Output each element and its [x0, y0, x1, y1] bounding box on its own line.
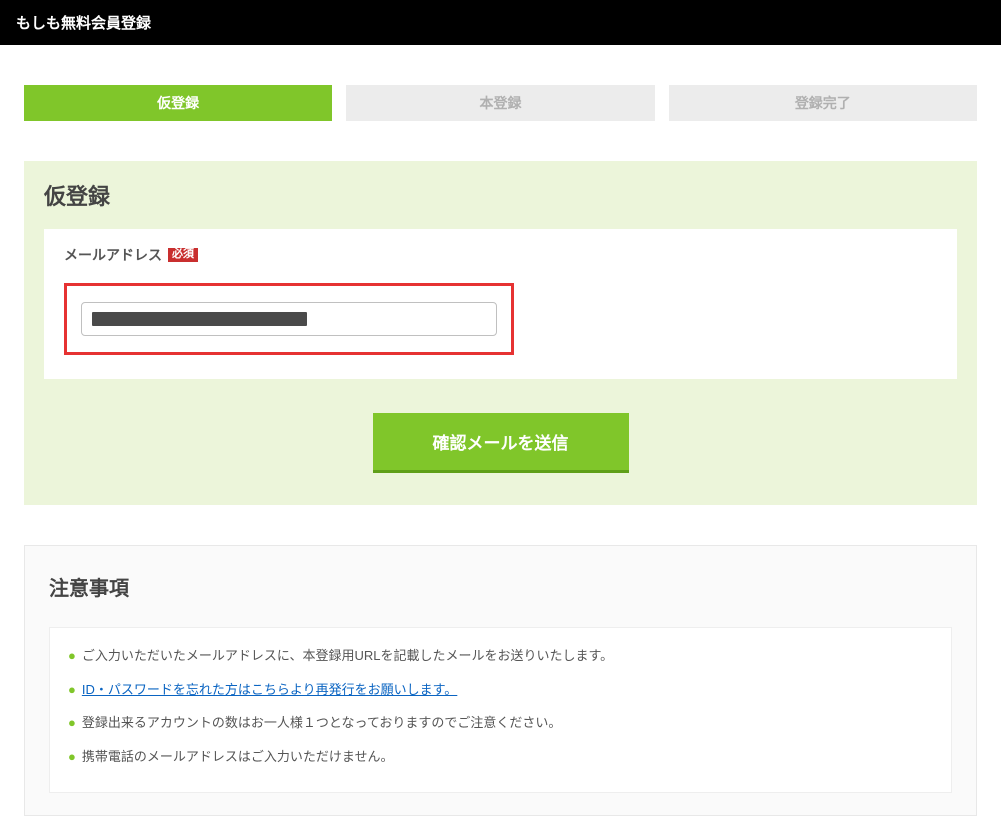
registration-panel: 仮登録 メールアドレス 必須 確認メールを送信 — [24, 161, 977, 505]
step-tab-label: 仮登録 — [157, 93, 199, 113]
email-input-wrapper[interactable] — [81, 302, 497, 336]
email-input-value-redacted — [92, 312, 307, 326]
email-label: メールアドレス — [64, 245, 162, 265]
note-text: ご入力いただいたメールアドレスに、本登録用URLを記載したメールをお送りいたしま… — [82, 646, 613, 666]
step-tab-label: 登録完了 — [795, 93, 851, 113]
notes-section: 注意事項 ● ご入力いただいたメールアドレスに、本登録用URLを記載したメールを… — [24, 545, 977, 816]
progress-steps: 仮登録 本登録 登録完了 — [24, 85, 977, 121]
field-card: メールアドレス 必須 — [44, 229, 957, 379]
input-highlight-box — [64, 283, 514, 355]
notes-body: ● ご入力いただいたメールアドレスに、本登録用URLを記載したメールをお送りいた… — [49, 627, 952, 793]
submit-row: 確認メールを送信 — [44, 413, 957, 473]
header-title: もしも無料会員登録 — [16, 15, 151, 32]
send-confirmation-button[interactable]: 確認メールを送信 — [373, 413, 629, 473]
bullet-icon: ● — [68, 747, 76, 767]
button-label: 確認メールを送信 — [433, 434, 569, 453]
step-tab-label: 本登録 — [479, 93, 521, 113]
note-text: 携帯電話のメールアドレスはご入力いただけません。 — [82, 747, 394, 767]
note-item: ● 登録出来るアカウントの数はお一人様１つとなっておりますのでご注意ください。 — [68, 713, 933, 733]
note-item: ● ご入力いただいたメールアドレスに、本登録用URLを記載したメールをお送りいた… — [68, 646, 933, 666]
bullet-icon: ● — [68, 646, 76, 666]
note-text: 登録出来るアカウントの数はお一人様１つとなっておりますのでご注意ください。 — [82, 713, 562, 733]
notes-title: 注意事項 — [49, 572, 952, 601]
forgot-password-link[interactable]: ID・パスワードを忘れた方はこちらより再発行をお願いします。 — [82, 680, 457, 700]
required-badge: 必須 — [168, 248, 198, 262]
panel-title: 仮登録 — [44, 179, 957, 211]
note-item: ● 携帯電話のメールアドレスはご入力いただけません。 — [68, 747, 933, 767]
note-item: ● ID・パスワードを忘れた方はこちらより再発行をお願いします。 — [68, 680, 933, 700]
step-tab-full: 本登録 — [346, 85, 654, 121]
field-label-row: メールアドレス 必須 — [64, 245, 937, 265]
bullet-icon: ● — [68, 713, 76, 733]
header-bar: もしも無料会員登録 — [0, 0, 1001, 45]
bullet-icon: ● — [68, 680, 76, 700]
step-tab-provisional[interactable]: 仮登録 — [24, 85, 332, 121]
page-content: 仮登録 本登録 登録完了 仮登録 メールアドレス 必須 確認メールを送信 — [0, 45, 1001, 840]
step-tab-complete: 登録完了 — [669, 85, 977, 121]
